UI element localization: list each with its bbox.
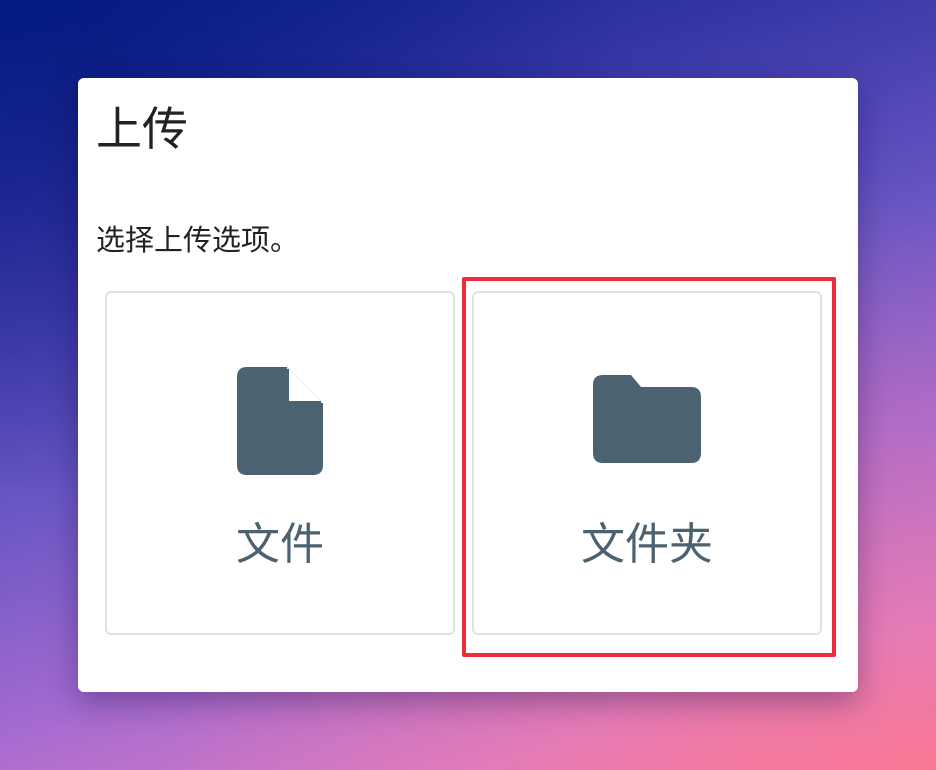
file-icon: [237, 367, 323, 479]
upload-file-option[interactable]: 文件: [105, 291, 455, 635]
folder-icon: [593, 375, 701, 467]
folder-option-label: 文件夹: [581, 519, 713, 570]
upload-folder-option[interactable]: 文件夹: [472, 291, 822, 635]
file-option-label: 文件: [236, 519, 324, 570]
dialog-subtitle: 选择上传选项。: [96, 223, 300, 257]
upload-dialog: 上传 选择上传选项。 文件 文件夹: [78, 78, 858, 692]
dialog-title: 上传: [96, 102, 188, 156]
